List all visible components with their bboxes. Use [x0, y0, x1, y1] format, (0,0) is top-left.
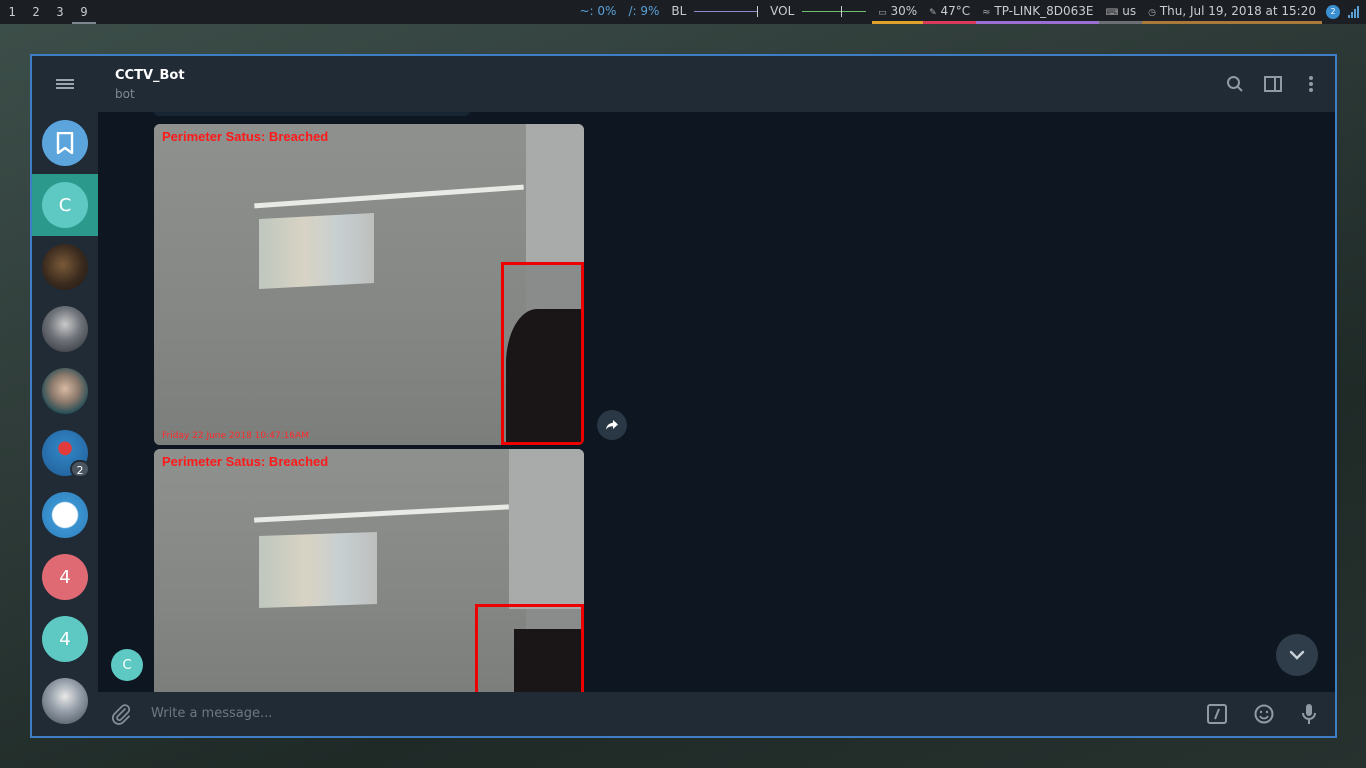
- main-menu-button[interactable]: [32, 56, 98, 112]
- search-button[interactable]: [1223, 72, 1247, 96]
- avatar: 4: [42, 616, 88, 662]
- perimeter-status-overlay: Perimeter Satus: Breached: [162, 454, 329, 469]
- chat-subtitle: bot: [115, 87, 135, 101]
- toggle-info-panel-button[interactable]: [1261, 72, 1285, 96]
- wifi-module[interactable]: ≈ TP-LINK_8D063E: [976, 0, 1100, 24]
- battery-module: ▭ 30%: [872, 0, 924, 24]
- bookmark-icon: [56, 132, 74, 154]
- paperclip-icon: [112, 704, 131, 725]
- search-icon: [1227, 76, 1243, 92]
- bot-commands-button[interactable]: [1205, 702, 1229, 726]
- wifi-icon: ≈: [982, 7, 991, 18]
- keyboard-layout-module[interactable]: ⌨ us: [1099, 0, 1143, 24]
- clock-module[interactable]: ◷ Thu, Jul 19, 2018 at 15:20: [1142, 0, 1322, 24]
- capture-timestamp-overlay: Friday 22 June 2018 10:47:16AM: [162, 431, 310, 441]
- avatar: 2: [42, 430, 90, 478]
- thermometer-icon: ✎: [929, 8, 937, 18]
- chat-item-cctv-bot[interactable]: C: [32, 174, 98, 236]
- perimeter-status-overlay: Perimeter Satus: Breached: [162, 129, 329, 144]
- avatar: 4: [42, 554, 88, 600]
- avatar: [42, 120, 88, 166]
- smiley-icon: [1254, 704, 1274, 724]
- root-disk-usage: /: 9%: [628, 4, 660, 18]
- avatar: C: [42, 182, 88, 228]
- avatar: [42, 368, 88, 414]
- message-composer: Write a message...: [98, 692, 1335, 736]
- sidebar-panel-icon: [1264, 76, 1282, 92]
- chat-item-5[interactable]: [32, 360, 98, 422]
- chat-item-4[interactable]: [32, 298, 98, 360]
- status-modules: ~: 0% /: 9% BL VOL ▭ 30% ✎ 47°C ≈ TP-LIN…: [574, 0, 1366, 24]
- volume-module[interactable]: VOL: [764, 0, 872, 24]
- more-menu-button[interactable]: [1299, 72, 1323, 96]
- microphone-icon: [1302, 704, 1316, 724]
- workspace-2[interactable]: 2: [24, 0, 48, 24]
- chat-item-9[interactable]: 4: [32, 608, 98, 670]
- attach-button[interactable]: [109, 702, 133, 726]
- voice-record-button[interactable]: [1297, 702, 1321, 726]
- chat-item-8[interactable]: 4: [32, 546, 98, 608]
- backlight-label: BL: [671, 4, 687, 18]
- chat-item-3[interactable]: [32, 236, 98, 298]
- chat-item-10[interactable]: [32, 670, 98, 732]
- avatar: [42, 492, 88, 538]
- chat-item-6[interactable]: 2: [32, 422, 98, 484]
- message-history[interactable]: Perimeter Satus: Breached Friday 22 June…: [98, 112, 1335, 692]
- previous-message-bubble: [153, 112, 470, 116]
- emoji-button[interactable]: [1252, 702, 1276, 726]
- photo-message[interactable]: Perimeter Satus: Breached: [154, 449, 584, 692]
- backlight-slider[interactable]: [694, 6, 759, 17]
- signal-bars-icon[interactable]: [1348, 6, 1360, 18]
- avatar: [42, 306, 88, 352]
- keyboard-icon: ⌨: [1105, 8, 1119, 18]
- clock-icon: ◷: [1148, 8, 1156, 18]
- chevron-down-icon: [1289, 650, 1305, 660]
- home-disk-usage: ~: 0%: [579, 4, 617, 18]
- sender-avatar[interactable]: C: [111, 649, 143, 681]
- avatar: [42, 678, 88, 724]
- temperature-module: ✎ 47°C: [923, 0, 977, 24]
- unread-count-badge: 2: [70, 460, 90, 478]
- slash-command-icon: [1207, 704, 1227, 724]
- forward-icon: [606, 420, 618, 430]
- workspace-9[interactable]: 9: [72, 0, 96, 24]
- telegram-window: C 2 4 4 CCTV_Bot bot Perimeter Satus: Br…: [30, 54, 1337, 738]
- avatar: [42, 244, 88, 290]
- more-vertical-icon: [1309, 76, 1313, 92]
- workspace-3[interactable]: 3: [48, 0, 72, 24]
- photo-message[interactable]: Perimeter Satus: Breached Friday 22 June…: [154, 124, 584, 445]
- volume-label: VOL: [770, 4, 795, 18]
- chat-title[interactable]: CCTV_Bot: [115, 68, 185, 83]
- chat-list-sidebar: C 2 4 4: [32, 56, 98, 736]
- workspace-1[interactable]: 1: [0, 0, 24, 24]
- battery-icon: ▭: [878, 8, 887, 18]
- forward-button[interactable]: [597, 410, 627, 440]
- chat-item-7[interactable]: [32, 484, 98, 546]
- scroll-to-bottom-button[interactable]: [1276, 634, 1318, 676]
- chat-item-saved-messages[interactable]: [32, 112, 98, 174]
- system-status-bar: 1 2 3 9 ~: 0% /: 9% BL VOL ▭ 30% ✎ 47°C …: [0, 0, 1366, 24]
- chat-header: CCTV_Bot bot: [98, 56, 1335, 112]
- hamburger-icon: [56, 77, 74, 91]
- message-input[interactable]: Write a message...: [151, 706, 272, 721]
- backlight-module[interactable]: BL: [665, 0, 764, 24]
- volume-slider[interactable]: [802, 6, 867, 17]
- tray-notification-badge[interactable]: 2: [1326, 5, 1340, 19]
